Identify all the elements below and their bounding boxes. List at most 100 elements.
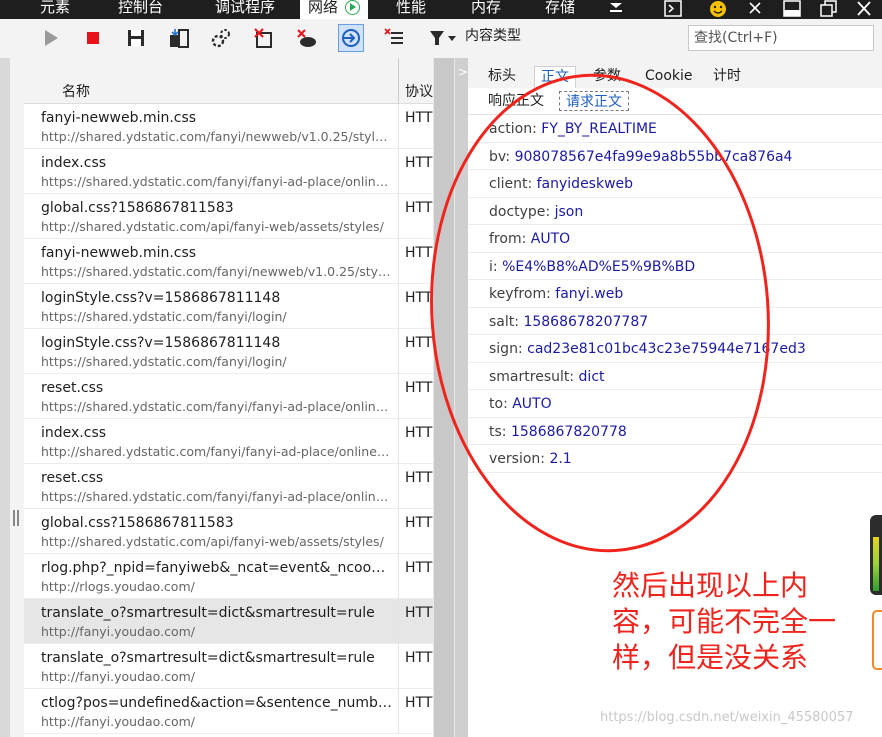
column-header-name[interactable]: 名称 <box>62 81 90 101</box>
param-value: AUTO <box>512 396 552 412</box>
clear-cache-icon[interactable] <box>296 27 318 49</box>
tab-cookie[interactable]: Cookie <box>639 66 699 88</box>
stop-recording-icon[interactable] <box>82 27 104 49</box>
import-icon[interactable] <box>168 27 190 49</box>
throttle-gear-icon[interactable] <box>210 27 232 49</box>
save-icon[interactable] <box>125 27 147 49</box>
smiley-icon[interactable] <box>706 0 730 19</box>
request-row[interactable]: fanyi-newweb.min.css http://shared.ydstat… <box>24 104 433 149</box>
row-divider <box>398 554 399 599</box>
request-row[interactable]: global.css?1586867811583 http://shared.yd… <box>24 194 433 239</box>
request-name: fanyi-newweb.min.css <box>41 110 197 126</box>
request-row[interactable]: translate_o?smartresult=dict&smartresult… <box>24 599 433 644</box>
tab-elements[interactable]: 元素 <box>40 0 70 19</box>
close-devtools-icon[interactable] <box>744 0 766 19</box>
request-name: index.css <box>41 425 107 441</box>
param-value: fanyi.web <box>555 286 624 302</box>
content-type-filter-label[interactable]: 内容类型 <box>465 25 521 45</box>
param-row: keyfrom: fanyi.web <box>468 280 882 308</box>
left-gutter <box>0 58 24 737</box>
clear-session-icon[interactable] <box>253 27 275 49</box>
request-row[interactable]: global.css?1586867811583 http://shared.yd… <box>24 509 433 554</box>
param-key: client <box>489 176 528 192</box>
request-protocol: HTTP <box>405 560 433 576</box>
request-url: http://fanyi.youdao.com/ <box>41 669 195 684</box>
request-row[interactable]: loginStyle.css?v=1586867811148 https://sh… <box>24 284 433 329</box>
search-input[interactable] <box>688 25 874 51</box>
param-row: from: AUTO <box>468 225 882 253</box>
request-row[interactable]: index.css https://shared.ydstatic.com/fan… <box>24 149 433 194</box>
tab-performance[interactable]: 性能 <box>396 0 426 19</box>
side-handle[interactable] <box>872 610 882 670</box>
tab-parameters[interactable]: 参数 <box>587 66 627 88</box>
param-row: ts: 1586867820778 <box>468 418 882 445</box>
gutter-strip <box>0 58 10 737</box>
request-url: http://shared.ydstatic.com/api/fanyi-web… <box>41 534 384 549</box>
collapse-chevron-icon[interactable]: > <box>458 65 468 79</box>
param-key: bv <box>489 148 506 165</box>
request-name: reset.css <box>41 470 104 486</box>
request-row[interactable]: rlog.php?_npid=fanyiweb&_ncat=event&_nco… <box>24 554 433 599</box>
level-meter-fill <box>873 537 879 591</box>
content-list-icon[interactable] <box>383 27 405 49</box>
tab-debugger[interactable]: 调试程序 <box>215 0 275 19</box>
request-row[interactable]: index.css http://shared.ydstatic.com/fany… <box>24 419 433 464</box>
tab-headers[interactable]: 标头 <box>482 66 522 88</box>
request-row[interactable]: reset.css https://shared.ydstatic.com/fan… <box>24 374 433 419</box>
undock-icon[interactable] <box>816 0 840 19</box>
request-url: https://shared.ydstatic.com/fanyi/fanyi-… <box>41 489 393 504</box>
param-row: doctype: json <box>468 198 882 225</box>
request-list-scrollbar[interactable] <box>433 58 455 737</box>
subtab-response-body[interactable]: 响应正文 <box>482 91 550 111</box>
resize-grip-icon[interactable] <box>13 510 19 526</box>
request-url: https://shared.ydstatic.com/fanyi/login/ <box>41 309 287 324</box>
close-icon[interactable] <box>852 0 876 19</box>
subtab-request-body[interactable]: 请求正文 <box>559 91 629 111</box>
request-row[interactable]: loginStyle.css?v=1586867811148 https://sh… <box>24 329 433 374</box>
row-divider <box>398 644 399 689</box>
param-separator: : <box>505 148 515 165</box>
row-divider <box>398 689 399 734</box>
tab-console[interactable]: 控制台 <box>118 0 163 19</box>
more-tabs-icon[interactable] <box>606 0 626 19</box>
request-list: fanyi-newweb.min.css http://shared.ydstat… <box>24 104 433 737</box>
tab-timings[interactable]: 计时 <box>707 66 747 88</box>
column-header-protocol[interactable]: 协议 <box>405 81 433 101</box>
request-protocol: HTTP <box>405 290 433 306</box>
param-row: action: FY_BY_REALTIME <box>468 115 882 143</box>
request-protocol: HTTP <box>405 470 433 486</box>
panel-splitter[interactable]: > <box>455 58 468 737</box>
request-url: http://shared.ydstatic.com/api/fanyi-web… <box>41 219 384 234</box>
column-divider[interactable] <box>398 58 399 104</box>
row-divider <box>398 464 399 509</box>
request-protocol: HTTP <box>405 380 433 396</box>
tab-storage[interactable]: 存储 <box>545 0 575 19</box>
request-row[interactable]: fanyi-newweb.min.css https://shared.ydsta… <box>24 239 433 284</box>
param-value: fanyideskweb <box>536 176 634 192</box>
row-divider <box>398 599 399 644</box>
level-meter <box>870 515 882 595</box>
param-value: json <box>554 203 584 220</box>
param-row: bv: 908078567e4fa99e9a8b55bb7ca876a4 <box>468 143 882 170</box>
request-row[interactable]: translate_o?smartresult=dict&smartresult… <box>24 644 433 689</box>
tab-network[interactable]: 网络 <box>300 0 368 19</box>
request-url: http://fanyi.youdao.com/ <box>41 624 195 639</box>
dock-icon[interactable] <box>780 0 804 19</box>
request-url: https://shared.ydstatic.com/fanyi/login/ <box>41 354 287 369</box>
start-recording-icon[interactable] <box>40 27 62 49</box>
request-row[interactable]: reset.css https://shared.ydstatic.com/fan… <box>24 464 433 509</box>
param-separator: : <box>545 203 555 220</box>
scrollbar-thumb[interactable] <box>434 58 454 737</box>
tab-memory[interactable]: 内存 <box>471 0 501 19</box>
param-row: smartresult: dict <box>468 363 882 390</box>
request-row[interactable]: ctlog?pos=undefined&action=&sentence_num… <box>24 689 433 734</box>
request-name: translate_o?smartresult=dict&smartresult… <box>41 605 375 621</box>
filter-icon[interactable] <box>428 27 458 49</box>
param-row: salt: 15868678207787 <box>468 308 882 335</box>
param-key: salt <box>489 313 515 330</box>
console-icon[interactable] <box>662 0 684 19</box>
always-refresh-icon[interactable] <box>338 24 364 52</box>
tab-body[interactable]: 正文 <box>534 66 576 88</box>
param-separator: : <box>503 396 513 412</box>
param-separator: : <box>569 368 579 385</box>
